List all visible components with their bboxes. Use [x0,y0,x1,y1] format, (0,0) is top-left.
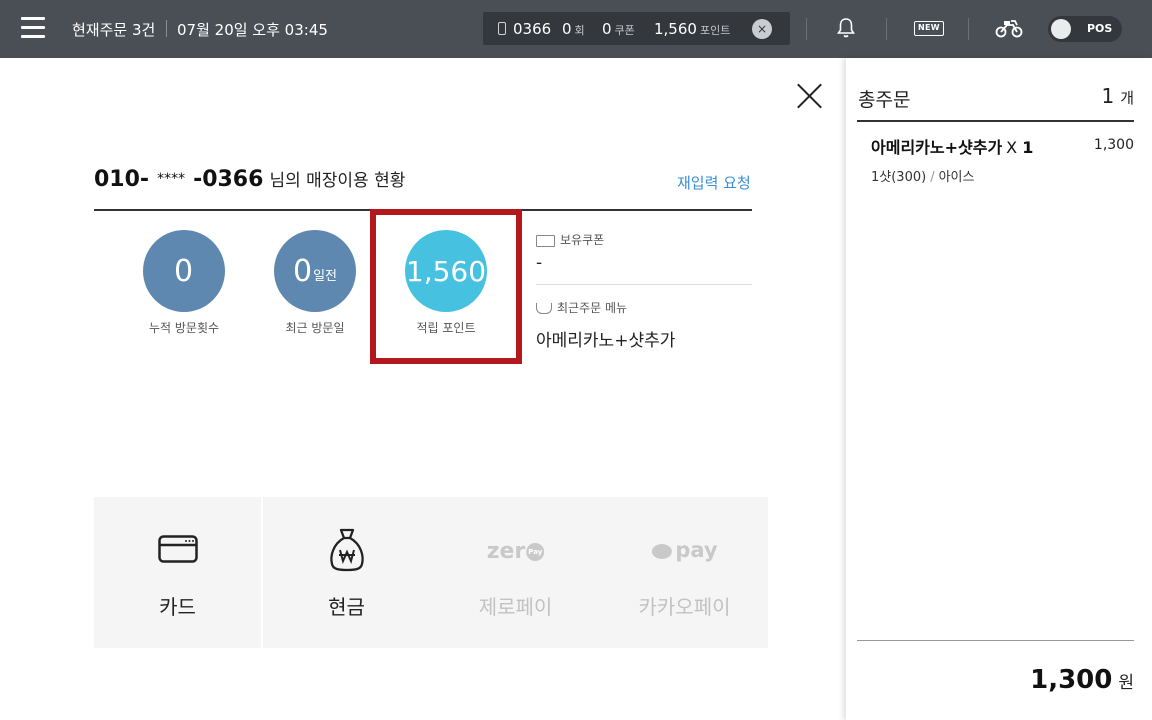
customer-visits: 0회 [562,20,585,38]
heading-text: 님의 매장이용 현황 [269,171,406,191]
coupon-title: 보유쿠폰 [560,233,605,247]
reentry-request-link[interactable]: 재입력 요청 [677,172,751,193]
card-icon [157,535,198,563]
pay-cash-button[interactable]: 현금 [263,497,430,648]
mobile-phone-icon [498,22,506,35]
customer-summary-box[interactable]: 0366 0회 0 쿠폰 1,560 포인트 [483,12,790,45]
phone-prefix: 010- [94,167,150,192]
coffee-cup-icon [536,303,552,314]
pay-card-label: 카드 [159,595,196,619]
order-item-price: 1,300 [1093,137,1134,153]
delivery-motorbike-icon[interactable] [995,17,1023,39]
order-item-options: 1샷(300) / 아이스 [871,170,975,185]
pos-label: POS [1087,22,1113,35]
coupon-value: - [536,253,543,273]
stat-label: 누적 방문횟수 [148,321,220,335]
cash-bag-icon [329,528,364,572]
customer-phone-heading: 010- **** -0366 님의 매장이용 현황 [94,166,405,192]
stat-label: 최근 방문일 [285,321,345,335]
stat-last-visit: 0 일전 최근 방문일 [274,230,356,335]
payment-method-panel: 카드 현금 zer Pay 제로페이 pay 카카오페이 [94,497,768,648]
order-summary-title: 총주문 [858,89,911,111]
stat-circle: 0 일전 [274,230,356,312]
phone-mask: **** [157,171,186,187]
recent-menu-info: 최근주문 메뉴 아메리카노+샷추가 [536,299,675,351]
pay-zeropay-button[interactable]: zer Pay 제로페이 [432,497,599,648]
clear-customer-button[interactable]: × [752,19,772,39]
order-total: 1,300 원 [1030,665,1134,695]
customer-points: 1,560 포인트 [654,20,731,38]
customer-phone-last4: 0366 [513,20,552,38]
header-divider [806,18,807,40]
new-badge-icon[interactable]: NEW [914,21,944,36]
phone-suffix: -0366 [193,167,264,192]
recent-menu-value: 아메리카노+샷추가 [536,331,676,351]
divider [857,120,1134,122]
top-bar: 현재주문 3건 07월 20일 오후 03:45 0366 0회 0 쿠폰 1,5… [0,0,1152,58]
stat-total-visits: 0 누적 방문횟수 [143,230,225,335]
bell-icon[interactable] [836,17,856,39]
pay-cash-label: 현금 [328,595,365,619]
coupon-ticket-icon [536,234,555,247]
header-divider [166,20,167,37]
stat-circle: 0 [143,230,225,312]
divider [536,284,752,285]
order-summary-panel: 총주문 1개 아메리카노+샷추가 X 1 1,300 1샷(300) / 아이스 1,… [846,58,1152,720]
coupon-info: 보유쿠폰 - [536,231,604,273]
divider [857,640,1134,641]
toggle-knob [1051,19,1071,39]
zeropay-logo: zer Pay [486,539,545,564]
close-icon[interactable] [797,84,822,109]
speech-bubble-icon [651,543,672,559]
kakaopay-logo: pay [651,538,718,562]
recent-menu-title: 최근주문 메뉴 [557,301,628,315]
customer-coupons: 0 쿠폰 [602,20,635,38]
current-orders-count[interactable]: 현재주문 3건 [72,19,155,40]
current-datetime: 07월 20일 오후 03:45 [177,21,328,39]
header-divider [968,18,969,40]
pay-kakaopay-label: 카카오페이 [638,595,731,619]
highlight-box [370,209,522,364]
pay-zeropay-label: 제로페이 [478,595,553,619]
order-item-name[interactable]: 아메리카노+샷추가 X 1 [871,134,1033,158]
pay-kakaopay-button[interactable]: pay 카카오페이 [601,497,768,648]
header-divider [886,18,887,40]
pay-card-button[interactable]: 카드 [94,497,261,648]
pos-toggle[interactable]: POS [1048,16,1122,42]
order-count: 1개 [1101,84,1134,108]
hamburger-menu-icon[interactable] [21,17,45,39]
